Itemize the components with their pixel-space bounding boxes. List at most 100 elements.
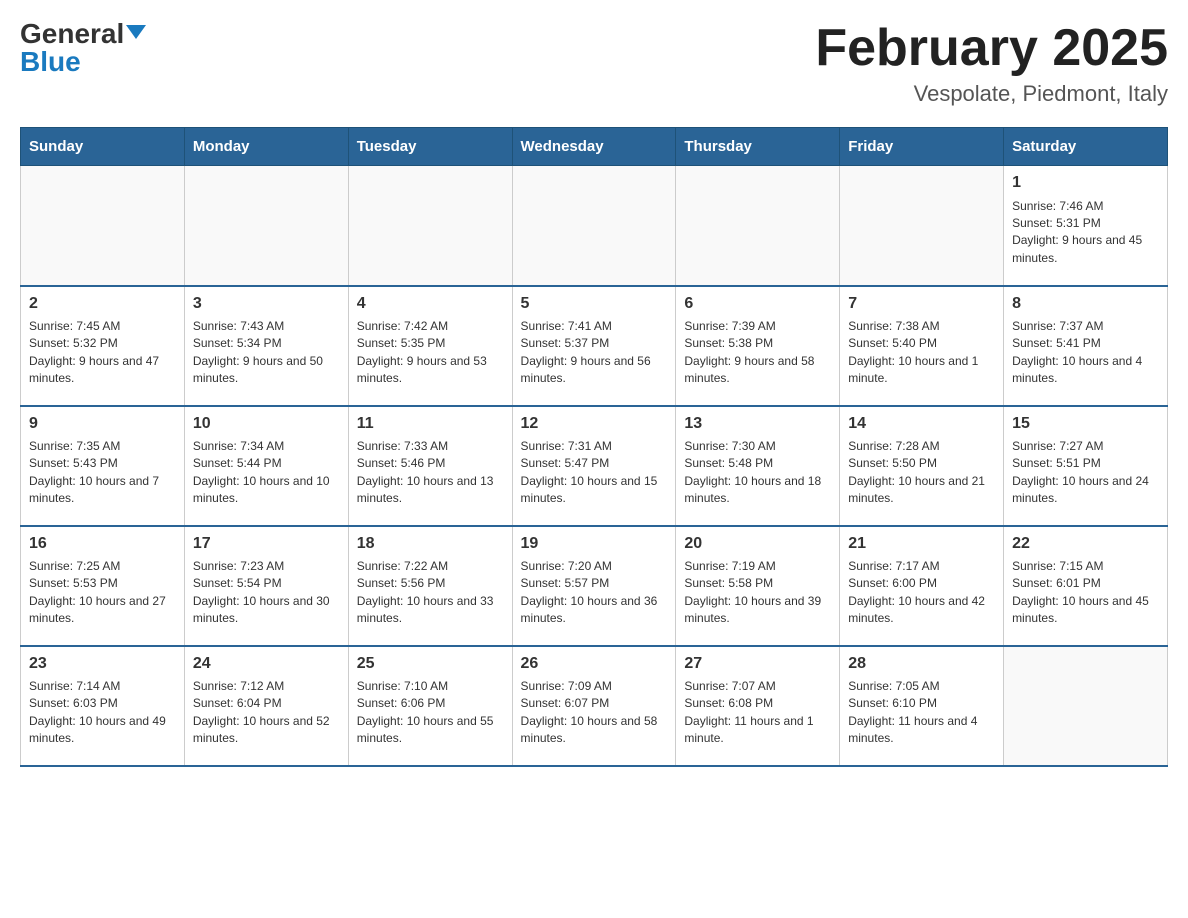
day-number: 6 xyxy=(684,293,831,315)
calendar-cell: 4 Sunrise: 7:42 AMSunset: 5:35 PMDaylight… xyxy=(348,286,512,406)
calendar-title: February 2025 xyxy=(815,20,1168,77)
day-number: 18 xyxy=(357,533,504,555)
calendar-cell: 16 Sunrise: 7:25 AMSunset: 5:53 PMDayligh… xyxy=(21,526,185,646)
day-number: 24 xyxy=(193,653,340,675)
day-number: 4 xyxy=(357,293,504,315)
calendar-week-2: 2 Sunrise: 7:45 AMSunset: 5:32 PMDaylight… xyxy=(21,286,1168,406)
day-info: Sunrise: 7:43 AMSunset: 5:34 PMDaylight:… xyxy=(193,318,340,388)
day-info: Sunrise: 7:09 AMSunset: 6:07 PMDaylight:… xyxy=(521,678,668,748)
calendar-cell xyxy=(512,166,676,286)
calendar-cell: 22Sunrise: 7:15 AMSunset: 6:01 PMDayligh… xyxy=(1004,526,1168,646)
day-number: 11 xyxy=(357,413,504,435)
header-cell-sunday: Sunday xyxy=(21,128,185,166)
calendar-cell xyxy=(348,166,512,286)
header-cell-friday: Friday xyxy=(840,128,1004,166)
day-info: Sunrise: 7:10 AMSunset: 6:06 PMDaylight:… xyxy=(357,678,504,748)
day-number: 25 xyxy=(357,653,504,675)
day-info: Sunrise: 7:30 AMSunset: 5:48 PMDaylight:… xyxy=(684,438,831,508)
calendar-cell: 6 Sunrise: 7:39 AMSunset: 5:38 PMDaylight… xyxy=(676,286,840,406)
calendar-cell: 1Sunrise: 7:46 AMSunset: 5:31 PMDaylight… xyxy=(1004,166,1168,286)
calendar-cell: 2 Sunrise: 7:45 AMSunset: 5:32 PMDaylight… xyxy=(21,286,185,406)
day-number: 12 xyxy=(521,413,668,435)
calendar-cell: 23 Sunrise: 7:14 AMSunset: 6:03 PMDayligh… xyxy=(21,646,185,766)
calendar-cell: 9 Sunrise: 7:35 AMSunset: 5:43 PMDaylight… xyxy=(21,406,185,526)
day-info: Sunrise: 7:22 AMSunset: 5:56 PMDaylight:… xyxy=(357,558,504,628)
day-number: 1 xyxy=(1012,172,1159,194)
day-info: Sunrise: 7:38 AMSunset: 5:40 PMDaylight:… xyxy=(848,318,995,388)
calendar-week-3: 9 Sunrise: 7:35 AMSunset: 5:43 PMDaylight… xyxy=(21,406,1168,526)
day-info: Sunrise: 7:20 AMSunset: 5:57 PMDaylight:… xyxy=(521,558,668,628)
day-info: Sunrise: 7:31 AMSunset: 5:47 PMDaylight:… xyxy=(521,438,668,508)
calendar-cell: 3 Sunrise: 7:43 AMSunset: 5:34 PMDaylight… xyxy=(184,286,348,406)
calendar-cell: 26 Sunrise: 7:09 AMSunset: 6:07 PMDayligh… xyxy=(512,646,676,766)
calendar-cell: 17 Sunrise: 7:23 AMSunset: 5:54 PMDayligh… xyxy=(184,526,348,646)
logo-black-text: General xyxy=(20,18,124,49)
day-number: 16 xyxy=(29,533,176,555)
day-number: 23 xyxy=(29,653,176,675)
day-number: 20 xyxy=(684,533,831,555)
calendar-cell xyxy=(840,166,1004,286)
day-number: 15 xyxy=(1012,413,1159,435)
day-info: Sunrise: 7:42 AMSunset: 5:35 PMDaylight:… xyxy=(357,318,504,388)
calendar-cell: 28Sunrise: 7:05 AMSunset: 6:10 PMDayligh… xyxy=(840,646,1004,766)
header-cell-wednesday: Wednesday xyxy=(512,128,676,166)
header-row: SundayMondayTuesdayWednesdayThursdayFrid… xyxy=(21,128,1168,166)
day-number: 8 xyxy=(1012,293,1159,315)
calendar-cell xyxy=(1004,646,1168,766)
day-number: 26 xyxy=(521,653,668,675)
day-number: 2 xyxy=(29,293,176,315)
calendar-cell: 21 Sunrise: 7:17 AMSunset: 6:00 PMDayligh… xyxy=(840,526,1004,646)
day-info: Sunrise: 7:25 AMSunset: 5:53 PMDaylight:… xyxy=(29,558,176,628)
header-cell-monday: Monday xyxy=(184,128,348,166)
calendar-cell: 12 Sunrise: 7:31 AMSunset: 5:47 PMDayligh… xyxy=(512,406,676,526)
day-info: Sunrise: 7:12 AMSunset: 6:04 PMDaylight:… xyxy=(193,678,340,748)
day-info: Sunrise: 7:17 AMSunset: 6:00 PMDaylight:… xyxy=(848,558,995,628)
calendar-subtitle: Vespolate, Piedmont, Italy xyxy=(815,81,1168,107)
logo: General Blue xyxy=(20,20,146,76)
day-info: Sunrise: 7:28 AMSunset: 5:50 PMDaylight:… xyxy=(848,438,995,508)
day-info: Sunrise: 7:39 AMSunset: 5:38 PMDaylight:… xyxy=(684,318,831,388)
header-cell-saturday: Saturday xyxy=(1004,128,1168,166)
calendar-cell: 13 Sunrise: 7:30 AMSunset: 5:48 PMDayligh… xyxy=(676,406,840,526)
calendar-cell: 7 Sunrise: 7:38 AMSunset: 5:40 PMDaylight… xyxy=(840,286,1004,406)
day-number: 17 xyxy=(193,533,340,555)
header-cell-tuesday: Tuesday xyxy=(348,128,512,166)
calendar-cell: 19 Sunrise: 7:20 AMSunset: 5:57 PMDayligh… xyxy=(512,526,676,646)
day-number: 9 xyxy=(29,413,176,435)
calendar-cell: 24 Sunrise: 7:12 AMSunset: 6:04 PMDayligh… xyxy=(184,646,348,766)
day-number: 7 xyxy=(848,293,995,315)
calendar-cell: 8 Sunrise: 7:37 AMSunset: 5:41 PMDaylight… xyxy=(1004,286,1168,406)
calendar-cell xyxy=(21,166,185,286)
day-info: Sunrise: 7:35 AMSunset: 5:43 PMDaylight:… xyxy=(29,438,176,508)
page-header: General Blue February 2025 Vespolate, Pi… xyxy=(20,20,1168,107)
calendar-header: SundayMondayTuesdayWednesdayThursdayFrid… xyxy=(21,128,1168,166)
calendar-cell: 25 Sunrise: 7:10 AMSunset: 6:06 PMDayligh… xyxy=(348,646,512,766)
calendar-cell xyxy=(184,166,348,286)
day-number: 22 xyxy=(1012,533,1159,555)
day-number: 10 xyxy=(193,413,340,435)
header-cell-thursday: Thursday xyxy=(676,128,840,166)
calendar-cell xyxy=(676,166,840,286)
day-info: Sunrise: 7:37 AMSunset: 5:41 PMDaylight:… xyxy=(1012,318,1159,388)
calendar-table: SundayMondayTuesdayWednesdayThursdayFrid… xyxy=(20,127,1168,767)
day-info: Sunrise: 7:19 AMSunset: 5:58 PMDaylight:… xyxy=(684,558,831,628)
day-info: Sunrise: 7:34 AMSunset: 5:44 PMDaylight:… xyxy=(193,438,340,508)
calendar-cell: 20 Sunrise: 7:19 AMSunset: 5:58 PMDayligh… xyxy=(676,526,840,646)
logo-text: General Blue xyxy=(20,20,146,76)
day-number: 3 xyxy=(193,293,340,315)
day-info: Sunrise: 7:14 AMSunset: 6:03 PMDaylight:… xyxy=(29,678,176,748)
day-info: Sunrise: 7:45 AMSunset: 5:32 PMDaylight:… xyxy=(29,318,176,388)
calendar-week-4: 16 Sunrise: 7:25 AMSunset: 5:53 PMDayligh… xyxy=(21,526,1168,646)
day-info: Sunrise: 7:07 AMSunset: 6:08 PMDaylight:… xyxy=(684,678,831,748)
calendar-cell: 10 Sunrise: 7:34 AMSunset: 5:44 PMDayligh… xyxy=(184,406,348,526)
calendar-week-5: 23 Sunrise: 7:14 AMSunset: 6:03 PMDayligh… xyxy=(21,646,1168,766)
day-number: 21 xyxy=(848,533,995,555)
day-number: 28 xyxy=(848,653,995,675)
calendar-body: 1Sunrise: 7:46 AMSunset: 5:31 PMDaylight… xyxy=(21,166,1168,766)
calendar-cell: 18 Sunrise: 7:22 AMSunset: 5:56 PMDayligh… xyxy=(348,526,512,646)
day-number: 13 xyxy=(684,413,831,435)
day-number: 19 xyxy=(521,533,668,555)
day-info: Sunrise: 7:23 AMSunset: 5:54 PMDaylight:… xyxy=(193,558,340,628)
calendar-cell: 14Sunrise: 7:28 AMSunset: 5:50 PMDayligh… xyxy=(840,406,1004,526)
day-info: Sunrise: 7:27 AMSunset: 5:51 PMDaylight:… xyxy=(1012,438,1159,508)
